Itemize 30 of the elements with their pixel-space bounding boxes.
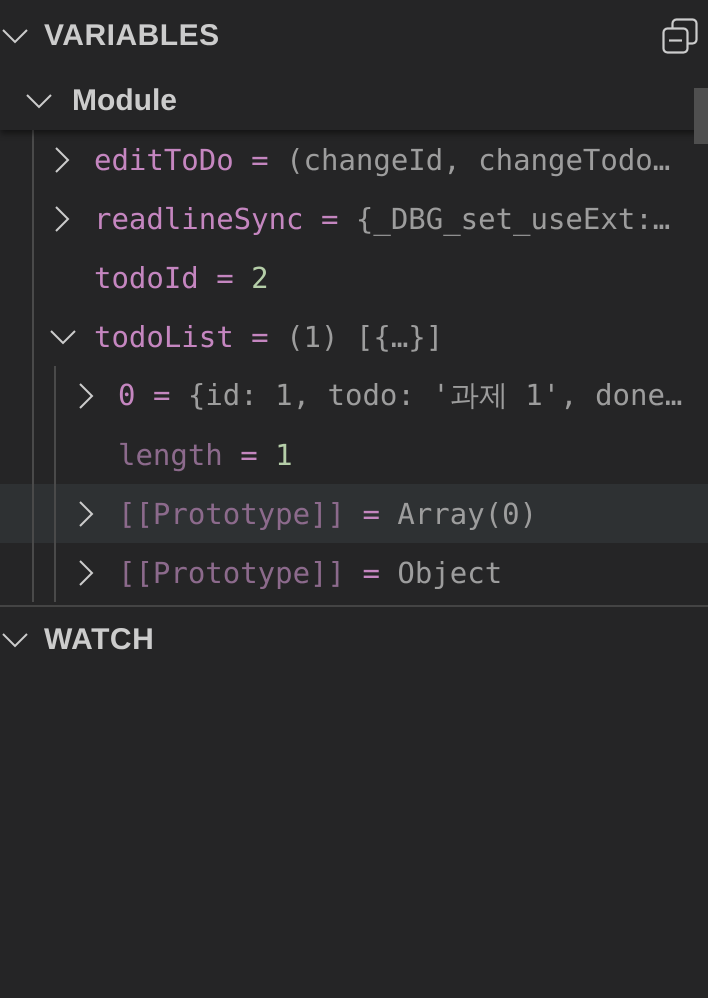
variable-row[interactable]: [[Prototype]] = Array(0) — [0, 484, 708, 543]
variable-row[interactable]: editToDo = (changeId, changeTodo… — [0, 130, 708, 189]
chevron-down-icon[interactable] — [50, 328, 76, 344]
section-title[interactable]: VARIABLES — [44, 19, 220, 53]
chevron-right-icon[interactable] — [78, 382, 94, 408]
chevron-right-icon[interactable] — [54, 206, 70, 232]
variable-row[interactable]: 0 = {id: 1, todo: '과제 1', done… — [0, 366, 708, 425]
variable-row[interactable]: todoId = 2 — [0, 248, 708, 307]
variable-row[interactable]: readlineSync = {_DBG_set_useExt:… — [0, 189, 708, 248]
variable-entry: editToDo = (changeId, changeTodo… — [94, 142, 670, 176]
variable-row[interactable]: [[Prototype]] = Object — [0, 543, 708, 602]
variable-row[interactable]: length = 1 — [0, 425, 708, 484]
variable-entry: [[Prototype]] = Object — [118, 556, 502, 590]
scope-name[interactable]: Module — [72, 84, 177, 118]
chevron-right-icon[interactable] — [78, 560, 94, 586]
scrollbar-thumb[interactable] — [694, 88, 708, 144]
chevron-right-icon[interactable] — [78, 500, 94, 526]
variable-entry: readlineSync = {_DBG_set_useExt:… — [94, 202, 670, 236]
variable-entry: length = 1 — [118, 438, 293, 472]
collapse-all-icon[interactable] — [662, 18, 698, 54]
chevron-down-icon[interactable] — [2, 632, 28, 648]
chevron-right-icon[interactable] — [54, 146, 70, 172]
section-title[interactable]: WATCH — [44, 623, 154, 657]
variable-row[interactable]: todoList = (1) [{…}] — [0, 307, 708, 366]
variable-entry: 0 = {id: 1, todo: '과제 1', done… — [118, 376, 682, 414]
chevron-down-icon[interactable] — [2, 28, 28, 44]
variable-entry: [[Prototype]] = Array(0) — [118, 496, 538, 530]
chevron-down-icon[interactable] — [26, 93, 52, 109]
variable-entry: todoId = 2 — [94, 260, 269, 294]
variable-entry: todoList = (1) [{…}] — [94, 320, 444, 354]
